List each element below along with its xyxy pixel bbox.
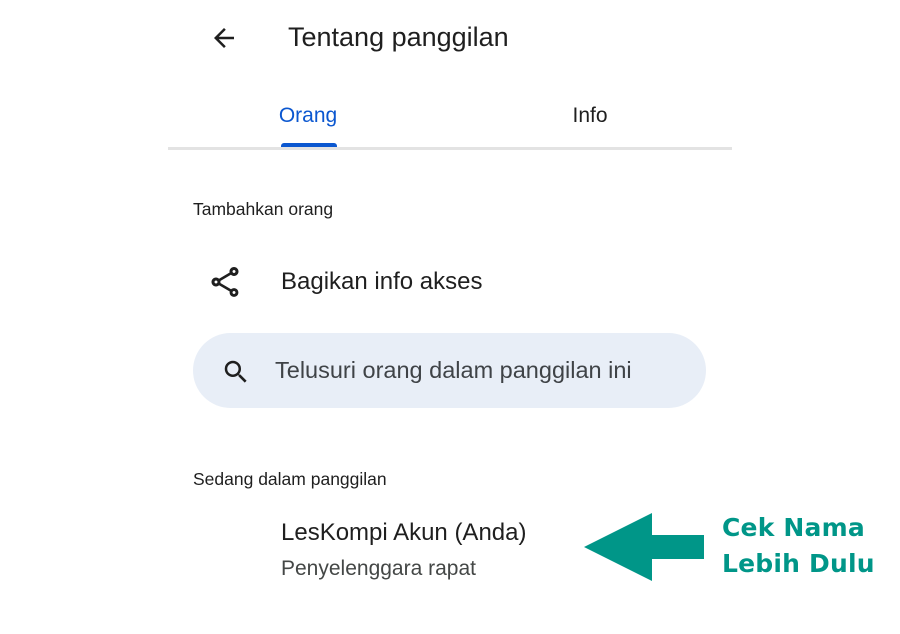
section-label-add-people: Tambahkan orang bbox=[193, 199, 334, 219]
annotation-arrow-icon bbox=[584, 513, 704, 581]
page-title: Tentang panggilan bbox=[288, 22, 509, 52]
search-box[interactable] bbox=[193, 333, 706, 408]
tab-orang[interactable]: Orang bbox=[208, 86, 408, 146]
back-button[interactable] bbox=[204, 18, 244, 58]
section-label-in-call: Sedang dalam panggilan bbox=[193, 469, 387, 489]
share-access-info-button[interactable]: Bagikan info akses bbox=[193, 252, 703, 312]
participant-list-item[interactable]: LesKompi Akun (Anda) Penyelenggara rapat bbox=[281, 518, 571, 588]
tab-info[interactable]: Info bbox=[490, 86, 690, 146]
participant-name: LesKompi Akun (Anda) bbox=[281, 519, 527, 546]
share-access-info-label: Bagikan info akses bbox=[281, 268, 483, 295]
annotation-line-1: Cek Nama bbox=[722, 513, 865, 542]
tab-bar: Orang Info bbox=[168, 86, 732, 150]
participant-role: Penyelenggara rapat bbox=[281, 557, 476, 580]
share-icon bbox=[211, 267, 239, 297]
arrow-left-icon bbox=[214, 28, 234, 48]
annotation-text: Cek Nama Lebih Dulu bbox=[722, 510, 875, 582]
tab-divider bbox=[168, 147, 732, 150]
search-icon bbox=[224, 360, 247, 383]
annotation-line-2: Lebih Dulu bbox=[722, 549, 875, 578]
search-input[interactable] bbox=[275, 351, 695, 389]
